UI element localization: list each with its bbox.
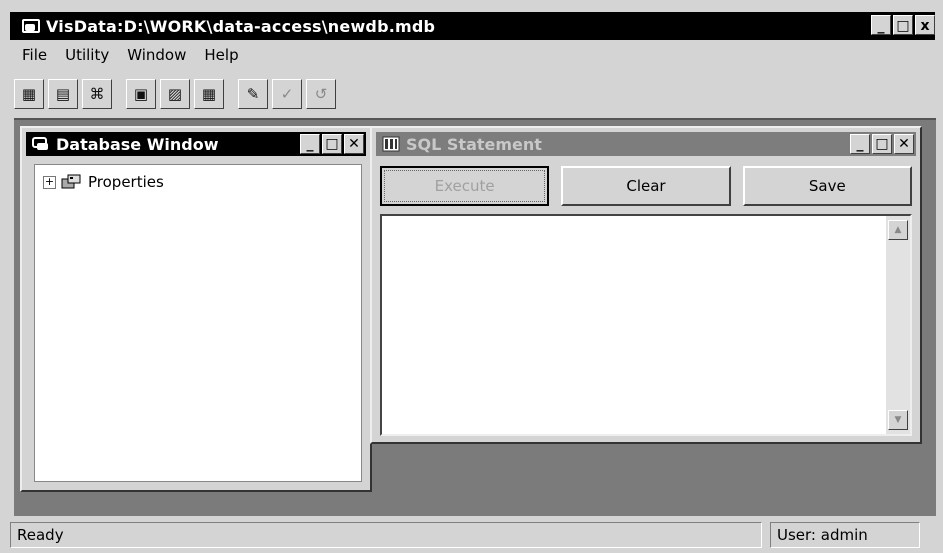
database-window-title: Database Window: [56, 134, 219, 154]
menu-window[interactable]: Window: [127, 46, 186, 64]
dynaset-type-icon[interactable]: ▤: [48, 79, 78, 109]
save-button[interactable]: Save: [742, 166, 912, 206]
snapshot-type-icon[interactable]: ⌘: [82, 79, 112, 109]
mdi-workspace: Database Window _ □ ✕ + Properties SQL S…: [14, 118, 936, 516]
menu-bar: File Utility Window Help: [10, 42, 935, 68]
sql-window-title-bar[interactable]: SQL Statement _ □ ✕: [376, 132, 916, 156]
form-no-data-control-icon[interactable]: ▨: [160, 79, 190, 109]
status-bar: Ready User: admin: [10, 520, 935, 550]
sql-statement-window: SQL Statement _ □ ✕ Execute Clear Save ▲…: [370, 126, 922, 444]
form-data-control-icon[interactable]: ▣: [126, 79, 156, 109]
visdata-application-window: VisData:D:\WORK\data-access\newdb.mdb _ …: [0, 0, 943, 553]
toolbar: ▦ ▤ ⌘ ▣ ▨ ▦ ✎ ✓ ↺: [10, 74, 935, 114]
sql-window-minimize-button[interactable]: _: [850, 134, 870, 154]
commit-icon[interactable]: ✓: [272, 79, 302, 109]
database-window-minimize-button[interactable]: _: [300, 134, 320, 154]
database-window-controls: _ □ ✕: [300, 134, 364, 154]
visdata-app-icon[interactable]: [20, 17, 40, 35]
window-controls: _ □ x: [871, 15, 935, 35]
close-button[interactable]: x: [915, 15, 935, 35]
main-title-bar[interactable]: VisData:D:\WORK\data-access\newdb.mdb _ …: [10, 12, 935, 40]
execute-button[interactable]: Execute: [380, 166, 550, 206]
database-window-title-bar[interactable]: Database Window _ □ ✕: [26, 132, 366, 156]
properties-icon: [60, 173, 82, 191]
maximize-button[interactable]: □: [893, 15, 913, 35]
rollback-icon[interactable]: ↺: [306, 79, 336, 109]
sql-text-editor[interactable]: ▲ ▼: [380, 214, 912, 436]
table-type-icon[interactable]: ▦: [14, 79, 44, 109]
window-title: VisData:D:\WORK\data-access\newdb.mdb: [46, 16, 436, 36]
status-user: User: admin: [770, 522, 920, 548]
begin-transaction-icon[interactable]: ✎: [238, 79, 268, 109]
minimize-button[interactable]: _: [871, 15, 891, 35]
sql-window-close-button[interactable]: ✕: [894, 134, 914, 154]
form-grid-icon[interactable]: ▦: [194, 79, 224, 109]
sql-window-controls: _ □ ✕: [850, 134, 914, 154]
sql-window-title: SQL Statement: [406, 134, 542, 154]
clear-button[interactable]: Clear: [561, 166, 731, 206]
menu-help[interactable]: Help: [204, 46, 238, 64]
scroll-down-icon[interactable]: ▼: [888, 410, 908, 430]
menu-utility[interactable]: Utility: [65, 46, 109, 64]
tree-item-properties[interactable]: + Properties: [43, 173, 164, 191]
database-window-icon: [32, 136, 50, 152]
database-window-maximize-button[interactable]: □: [322, 134, 342, 154]
sql-window-icon: [382, 136, 400, 152]
database-tree-pane[interactable]: + Properties: [34, 164, 362, 482]
tree-item-label: Properties: [88, 173, 164, 191]
expand-icon[interactable]: +: [43, 175, 56, 189]
sql-button-row: Execute Clear Save: [380, 166, 912, 206]
database-window-close-button[interactable]: ✕: [344, 134, 364, 154]
database-window: Database Window _ □ ✕ + Properties: [20, 126, 372, 492]
sql-window-maximize-button[interactable]: □: [872, 134, 892, 154]
scroll-up-icon[interactable]: ▲: [888, 220, 908, 240]
menu-file[interactable]: File: [22, 46, 47, 64]
status-ready: Ready: [10, 522, 762, 548]
vertical-scrollbar[interactable]: ▲ ▼: [886, 216, 910, 434]
